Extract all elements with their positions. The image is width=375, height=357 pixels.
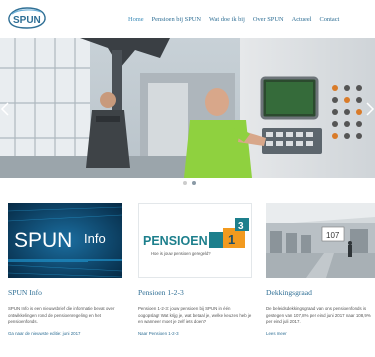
nav-item-over-spun[interactable]: Over SPUN <box>253 16 284 23</box>
card-link[interactable]: Lees meer <box>266 331 375 336</box>
card-body: SPUN Info is een nieuwsbrief die informa… <box>8 306 115 325</box>
card-title: Dekkingsgraad <box>266 288 312 297</box>
dekkingsgraad-thumbnail[interactable]: 107 <box>266 203 375 278</box>
card-link[interactable]: Naar Pensioen 1-2-3 <box>138 331 252 336</box>
card-body: De beleidsdekkingsgraad van ons pensioen… <box>266 306 371 325</box>
logo-text: SPUN <box>13 15 41 26</box>
nav-item-pensioen-bij-spun[interactable]: Pensioen bij SPUN <box>152 16 201 23</box>
pensioen-thumb-word: PENSIOEN <box>143 234 208 248</box>
pensioen-thumb-3: 3 <box>238 221 244 232</box>
slider-dot-1[interactable] <box>183 181 187 185</box>
pensioen-thumb-1: 1 <box>228 232 235 247</box>
card-dekkingsgraad: 107 Dekkingsgraad De beleidsdekkingsgraa… <box>266 203 375 336</box>
pensioen-123-thumbnail[interactable]: PENSIOEN 1 3 Hoe is jouw pensioen gerege… <box>138 203 252 278</box>
slider-dots <box>183 181 196 185</box>
slider-prev-icon[interactable] <box>0 102 10 116</box>
nav-item-contact[interactable]: Contact <box>319 16 339 23</box>
spun-info-thumbnail[interactable]: SPUN Info <box>8 203 122 278</box>
card-title: SPUN Info <box>8 288 42 297</box>
card-link[interactable]: Ga naar de nieuwste editie: juni 2017 <box>8 331 122 336</box>
hero-slider <box>0 38 375 178</box>
main-nav: Home Pensioen bij SPUN Wat doe ik bij Ov… <box>128 16 375 23</box>
card-title: Pensioen 1-2-3 <box>138 288 184 297</box>
card-pensioen-123: PENSIOEN 1 3 Hoe is jouw pensioen gerege… <box>138 203 252 336</box>
card-spun-info: SPUN Info SPUN Info SPUN Info is een nie… <box>8 203 122 336</box>
spun-logo[interactable]: SPUN <box>6 6 48 30</box>
spun-info-thumb-info: Info <box>84 231 106 246</box>
nav-item-home[interactable]: Home <box>128 16 144 23</box>
hero-image <box>0 38 375 178</box>
dekkingsgraad-thumb-sign: 107 <box>326 231 340 240</box>
nav-item-actueel[interactable]: Actueel <box>292 16 312 23</box>
slider-next-icon[interactable] <box>365 102 375 116</box>
nav-item-wat-doe-ik-bij[interactable]: Wat doe ik bij <box>209 16 245 23</box>
pensioen-thumb-sub: Hoe is jouw pensioen geregeld? <box>151 251 211 256</box>
card-body: Pensioen 1-2-3: jouw pensioen bij SPUN i… <box>138 306 252 325</box>
spun-info-thumb-spun: SPUN <box>14 229 72 252</box>
page: SPUN Home Pensioen bij SPUN Wat doe ik b… <box>0 0 375 357</box>
slider-dot-2[interactable] <box>192 181 196 185</box>
